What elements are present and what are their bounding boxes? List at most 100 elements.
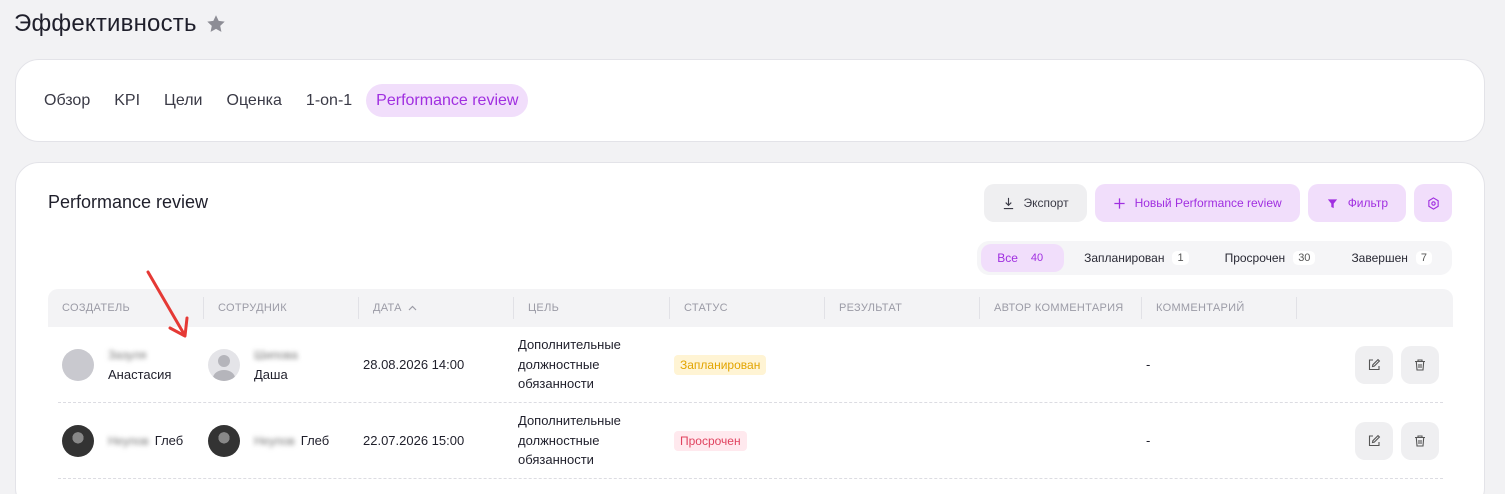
star-icon[interactable] bbox=[205, 13, 227, 35]
edit-icon bbox=[1368, 358, 1381, 370]
filter-label: Фильтр bbox=[1347, 196, 1388, 210]
employee-name: Даша bbox=[254, 366, 288, 382]
creator-cell: Неупов Глеб bbox=[58, 424, 204, 457]
status-badge: Просрочен bbox=[674, 430, 747, 451]
creator-name: Анастасия bbox=[108, 366, 172, 382]
tab-goals[interactable]: Цели bbox=[154, 84, 212, 117]
edit-button[interactable] bbox=[1355, 421, 1393, 460]
avatar bbox=[62, 348, 94, 381]
status-filter-overdue[interactable]: Просрочен 30 bbox=[1209, 244, 1332, 272]
goal-cell: Дополнительные должностные обязанности bbox=[514, 335, 670, 394]
creator-name: Глеб bbox=[154, 433, 184, 448]
goal-line: Дополнительные bbox=[518, 413, 621, 429]
performance-review-card: Performance review Экспорт Новый Perform… bbox=[15, 162, 1485, 494]
status-filter: Все 40 Запланирован 1 Просрочен 30 Завер… bbox=[977, 241, 1452, 275]
goal-line: обязанности bbox=[518, 452, 594, 468]
tabs-bar: Обзор KPI Цели Оценка 1-on-1 Performance… bbox=[34, 84, 529, 117]
date-cell: 22.07.2026 15:00 bbox=[363, 433, 465, 448]
employee: Шипова Даша bbox=[208, 345, 298, 385]
reviews-table: Создатель Сотрудник Дата Цель Статус Рез… bbox=[48, 289, 1453, 479]
status-badge: Запланирован bbox=[674, 354, 767, 375]
trash-icon bbox=[1415, 434, 1425, 447]
new-review-label: Новый Performance review bbox=[1134, 196, 1282, 210]
employee-cell: Шипова Даша bbox=[204, 345, 359, 385]
column-header-date[interactable]: Дата bbox=[359, 297, 514, 319]
column-header-comment[interactable]: Комментарий bbox=[1142, 297, 1297, 319]
status-filter-label: Запланирован bbox=[1084, 251, 1165, 265]
column-header-result[interactable]: Результат bbox=[825, 297, 980, 319]
status-filter-count: 7 bbox=[1415, 251, 1432, 265]
creator: Неупов Глеб bbox=[62, 424, 183, 457]
tab-kpi[interactable]: KPI bbox=[104, 84, 150, 117]
avatar bbox=[62, 424, 94, 457]
table-row[interactable]: Неупов Глеб Неупов Глеб 22.07.2026 15:00… bbox=[58, 403, 1443, 479]
goal-cell: Дополнительные должностные обязанности bbox=[514, 411, 670, 470]
page-header: Эффективность bbox=[14, 10, 227, 38]
trash-icon bbox=[1415, 358, 1425, 371]
creator: Зазуля Анастасия bbox=[62, 345, 171, 385]
row-actions bbox=[1355, 421, 1439, 460]
edit-icon bbox=[1368, 434, 1381, 446]
goal-line: обязанности bbox=[518, 376, 594, 392]
edit-button[interactable] bbox=[1355, 345, 1393, 384]
section-title: Performance review bbox=[48, 192, 209, 212]
avatar bbox=[208, 424, 240, 457]
employee-name-block: Шипова Даша bbox=[254, 345, 298, 385]
creator-name-block: Зазуля Анастасия bbox=[108, 345, 171, 385]
user-placeholder-icon bbox=[208, 348, 240, 381]
download-icon bbox=[1003, 197, 1013, 209]
filter-button[interactable]: Фильтр bbox=[1307, 184, 1406, 222]
tab-one-on-one[interactable]: 1-on-1 bbox=[296, 84, 362, 117]
employee-name: Глеб bbox=[300, 433, 330, 448]
annotation-arrow-icon bbox=[146, 270, 189, 338]
status-filter-count: 1 bbox=[1172, 251, 1189, 265]
tab-overview[interactable]: Обзор bbox=[34, 84, 100, 117]
table-header: Создатель Сотрудник Дата Цель Статус Рез… bbox=[48, 289, 1453, 327]
status-cell: Просрочен bbox=[670, 430, 825, 451]
tab-assessment[interactable]: Оценка bbox=[217, 84, 292, 117]
column-header-status[interactable]: Статус bbox=[670, 297, 825, 319]
export-label: Экспорт bbox=[1023, 196, 1069, 210]
employee-cell: Неупов Глеб bbox=[204, 424, 359, 457]
status-filter-label: Завершен bbox=[1351, 251, 1408, 265]
status-filter-completed[interactable]: Завершен 7 bbox=[1335, 244, 1448, 272]
date-cell: 28.08.2026 14:00 bbox=[363, 357, 465, 372]
delete-button[interactable] bbox=[1401, 345, 1439, 384]
status-filter-label: Просрочен bbox=[1224, 251, 1286, 265]
toolbar: Экспорт Новый Performance review Фильтр bbox=[983, 184, 1452, 222]
creator-cell: Зазуля Анастасия bbox=[58, 345, 204, 385]
column-header-date-label: Дата bbox=[373, 302, 402, 314]
status-filter-planned[interactable]: Запланирован 1 bbox=[1068, 244, 1204, 272]
column-header-employee[interactable]: Сотрудник bbox=[204, 297, 359, 319]
row-actions bbox=[1355, 345, 1439, 384]
tabs-card: Обзор KPI Цели Оценка 1-on-1 Performance… bbox=[15, 59, 1485, 142]
delete-button[interactable] bbox=[1401, 421, 1439, 460]
tab-performance-review[interactable]: Performance review bbox=[366, 84, 529, 117]
funnel-icon bbox=[1327, 198, 1337, 208]
new-review-button[interactable]: Новый Performance review bbox=[1094, 184, 1300, 222]
creator-surname: Неупов bbox=[108, 433, 149, 448]
page-title: Эффективность bbox=[14, 10, 197, 37]
employee-surname: Неупов bbox=[254, 433, 295, 448]
column-header-comment-author[interactable]: Автор комментария bbox=[980, 297, 1142, 319]
settings-button[interactable] bbox=[1414, 184, 1452, 222]
creator-name-inline: Неупов Глеб bbox=[108, 433, 183, 448]
status-filter-count: 30 bbox=[1293, 251, 1316, 265]
goal-line: должностные bbox=[518, 432, 600, 448]
status-filter-all[interactable]: Все 40 bbox=[981, 244, 1065, 272]
status-cell: Запланирован bbox=[670, 354, 825, 375]
employee-surname: Шипова bbox=[254, 347, 298, 362]
settings-icon bbox=[1427, 196, 1439, 210]
table-row[interactable]: Зазуля Анастасия Шипова Даша 28.08.2026 … bbox=[58, 327, 1443, 403]
employee: Неупов Глеб bbox=[208, 424, 329, 457]
status-filter-count: 40 bbox=[1030, 252, 1044, 264]
export-button[interactable]: Экспорт bbox=[983, 184, 1087, 222]
comment-cell: - bbox=[1146, 433, 1151, 448]
employee-name-inline: Неупов Глеб bbox=[254, 433, 329, 448]
goal-line: должностные bbox=[518, 356, 600, 372]
plus-icon bbox=[1113, 197, 1125, 209]
column-header-goal[interactable]: Цель bbox=[514, 297, 670, 319]
comment-cell: - bbox=[1146, 357, 1151, 372]
sort-asc-icon bbox=[408, 305, 417, 311]
status-filter-label: Все bbox=[997, 251, 1018, 265]
